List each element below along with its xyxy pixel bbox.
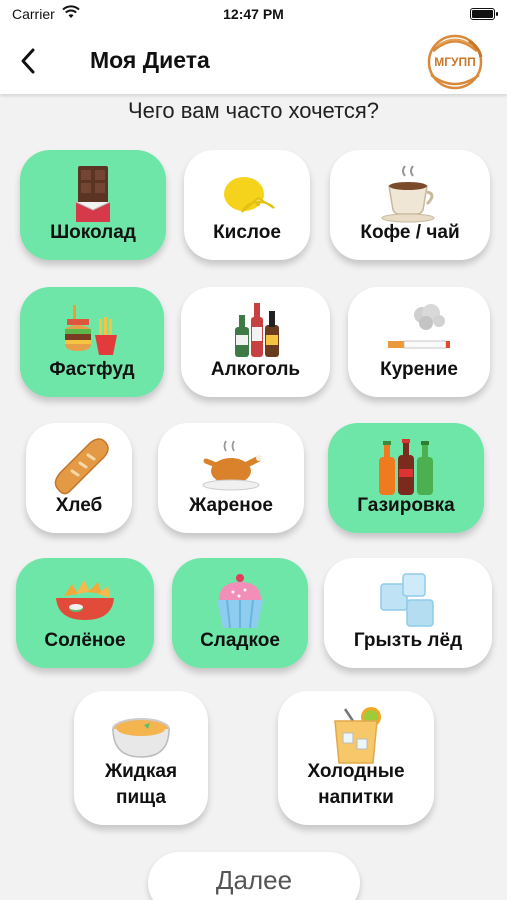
chocolate-icon xyxy=(75,166,111,222)
next-button[interactable]: Далее xyxy=(148,852,360,900)
chips-bowl-icon xyxy=(56,580,114,620)
option-chocolate[interactable]: Шоколад xyxy=(20,150,166,260)
option-label-line2: напитки xyxy=(318,787,394,808)
option-sour[interactable]: Кислое xyxy=(184,150,310,260)
lemon-icon xyxy=(224,177,275,213)
option-label-line1: Жидкая xyxy=(104,761,178,782)
option-smoking[interactable]: Курение xyxy=(348,287,490,397)
option-label: Холодные напитки xyxy=(278,759,434,811)
option-label: Жидкая пища xyxy=(74,759,208,811)
cigarette-icon xyxy=(388,304,450,349)
option-liquid-food[interactable]: Жидкая пища xyxy=(74,691,208,825)
option-label: Хлеб xyxy=(55,495,103,516)
mgupp-logo: МГУПП xyxy=(427,34,483,90)
option-label-line1: Холодные xyxy=(307,761,405,782)
option-label: Шоколад xyxy=(50,222,136,243)
page-title: Моя Диета xyxy=(90,47,210,73)
option-label: Кофе / чай xyxy=(360,222,460,243)
svg-text:МГУПП: МГУПП xyxy=(434,55,476,69)
option-soda[interactable]: Газировка xyxy=(328,423,484,533)
option-salty[interactable]: Солёное xyxy=(16,558,154,668)
nav-bar: Моя Диета МГУПП xyxy=(0,30,507,94)
cold-drink-icon xyxy=(334,707,381,764)
option-sweet[interactable]: Сладкое xyxy=(172,558,308,668)
option-ice[interactable]: Грызть лёд xyxy=(324,558,492,668)
option-fried[interactable]: Жареное xyxy=(158,423,304,533)
clock: 12:47 PM xyxy=(223,6,284,22)
option-coffee-tea[interactable]: Кофе / чай xyxy=(330,150,490,260)
soup-bowl-icon xyxy=(112,718,170,758)
status-bar: Carrier 12:47 PM xyxy=(0,0,507,30)
option-label: Газировка xyxy=(357,495,455,516)
battery-icon xyxy=(470,8,498,20)
bread-icon xyxy=(54,438,109,495)
ice-cubes-icon xyxy=(380,573,434,627)
option-fastfood[interactable]: Фастфуд xyxy=(20,287,164,397)
roast-chicken-icon xyxy=(202,440,262,491)
option-label-line2: пища xyxy=(116,787,166,808)
option-cold-drinks[interactable]: Холодные напитки xyxy=(278,691,434,825)
option-alcohol[interactable]: Алкоголь xyxy=(181,287,330,397)
question-heading: Чего вам часто хочется? xyxy=(127,98,380,123)
option-bread[interactable]: Хлеб xyxy=(26,423,132,533)
option-label: Грызть лёд xyxy=(353,630,463,651)
option-label: Солёное xyxy=(44,630,126,651)
option-label: Жареное xyxy=(189,495,273,516)
soda-bottles-icon xyxy=(379,439,433,495)
back-button[interactable] xyxy=(14,44,44,78)
cupcake-icon xyxy=(217,574,263,629)
option-label: Кислое xyxy=(213,222,281,243)
fastfood-icon xyxy=(65,305,117,355)
option-label: Алкоголь xyxy=(210,359,301,380)
bottles-icon xyxy=(234,303,279,357)
option-label: Курение xyxy=(380,359,458,380)
coffee-cup-icon xyxy=(381,165,435,223)
option-label: Сладкое xyxy=(200,630,280,651)
option-label: Фастфуд xyxy=(49,359,135,380)
